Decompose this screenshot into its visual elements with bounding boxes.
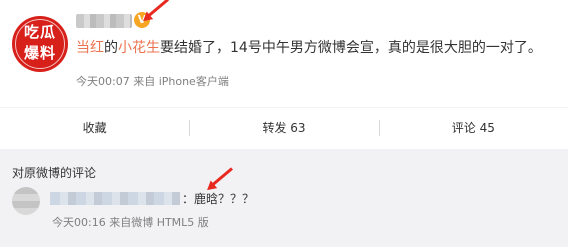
post-meta: 今天00:07 来自 iPhone客户端 bbox=[76, 75, 229, 88]
post-link-xiaohuasheng[interactable]: 小花生 bbox=[118, 40, 160, 56]
post-link-dangHong[interactable]: 当红 bbox=[76, 40, 104, 56]
post-text-segment: 要结婚了，14号中午男方微博会宣，真的是很大胆的一对了。 bbox=[160, 40, 542, 56]
comment-button[interactable]: 评论 45 bbox=[378, 108, 568, 149]
comments-section-title: 对原微博的评论 bbox=[12, 166, 97, 180]
author-avatar[interactable]: 吃瓜爆料 bbox=[12, 16, 68, 72]
favorite-button[interactable]: 收藏 bbox=[0, 108, 189, 149]
post-text: 当红的小花生要结婚了，14号中午男方微博会宣，真的是很大胆的一对了。 bbox=[76, 38, 560, 58]
commenter-avatar-blurred[interactable] bbox=[12, 187, 40, 215]
post-action-bar: 收藏 转发 63 评论 45 bbox=[0, 107, 568, 149]
avatar-logo-text: 吃瓜爆料 bbox=[23, 23, 56, 62]
post-text-segment: 的 bbox=[104, 40, 118, 56]
repost-button[interactable]: 转发 63 bbox=[189, 108, 378, 149]
comment-meta: 今天00:16 来自微博 HTML5 版 bbox=[52, 216, 209, 229]
commenter-username-blurred[interactable] bbox=[50, 192, 180, 205]
author-username-blurred[interactable] bbox=[76, 14, 132, 28]
comment-text: ：鹿晗？？？ bbox=[182, 192, 255, 206]
